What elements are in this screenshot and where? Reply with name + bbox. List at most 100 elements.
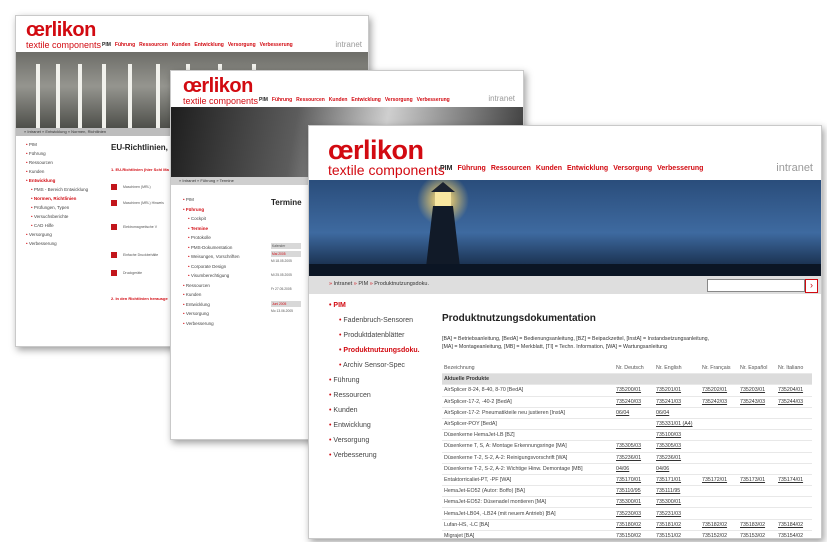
sidebar-item[interactable]: • Versorgung	[329, 437, 420, 452]
document-number-link[interactable]: 735110/95	[614, 485, 654, 498]
sidebar-subitem[interactable]: • Weisungen, Vorschriften	[183, 252, 240, 262]
document-number-link[interactable]: 735170/01	[614, 474, 654, 487]
list-item[interactable]: Maschinen (MRL)	[111, 184, 151, 190]
breadcrumb-pim[interactable]: PIM	[358, 281, 368, 287]
sidebar-subitem-active[interactable]: • Termine	[183, 224, 240, 234]
sidebar-item-active[interactable]: • PIM	[329, 302, 420, 317]
nav-fuehrung[interactable]: Führung	[457, 165, 485, 172]
sidebar-subitem[interactable]: • Fadenbruch-Sensoren	[329, 317, 420, 332]
document-number-link[interactable]: 735150/02	[614, 530, 654, 538]
sidebar-subitem[interactable]: • Versuchsberichte	[26, 212, 88, 221]
sidebar-subitem-active[interactable]: • Produktnutzungsdoku.	[329, 347, 420, 362]
sidebar-item[interactable]: • Entwicklung	[183, 300, 240, 310]
nav-kunden[interactable]: Kunden	[536, 165, 562, 172]
sidebar-subitem[interactable]: • Visumberechtigung	[183, 271, 240, 281]
nav-entwicklung[interactable]: Entwicklung	[194, 42, 223, 48]
document-number-link[interactable]: 735152/02	[700, 530, 738, 538]
document-number-link[interactable]: 735300/01	[614, 496, 654, 509]
list-item[interactable]: Elektromagnetische V	[111, 224, 157, 230]
nav-verbesserung[interactable]: Verbesserung	[657, 165, 703, 172]
nav-pim[interactable]: PIM	[259, 97, 268, 103]
document-number-link[interactable]: 735182/02	[700, 519, 738, 531]
nav-verbesserung[interactable]: Verbesserung	[260, 42, 293, 48]
document-number-link[interactable]: 735111/95	[654, 485, 700, 498]
nav-ressourcen[interactable]: Ressourcen	[139, 42, 168, 48]
calendar-date[interactable]: Mo 13.06.2005	[271, 309, 301, 313]
document-number-link[interactable]: 735331/01 (A4)	[654, 418, 700, 431]
sidebar-subitem[interactable]: • Corporate Design	[183, 262, 240, 272]
document-number-link[interactable]: 735154/02	[776, 530, 812, 538]
document-number-link[interactable]: 735230/03	[614, 507, 654, 520]
document-number-link[interactable]: 735100/03	[654, 429, 700, 442]
document-number-link[interactable]: 735173/01	[738, 474, 776, 487]
list-item[interactable]: Maschinen (MRL) Hinweis	[111, 200, 164, 206]
document-number-link[interactable]: 735305/03	[654, 440, 700, 453]
nav-entwicklung[interactable]: Entwicklung	[567, 165, 608, 172]
document-number-link[interactable]: 735244/03	[776, 396, 812, 408]
sidebar-subitem[interactable]: • Cockpit	[183, 214, 240, 224]
breadcrumb[interactable]: » Intranet » Führung » Termine	[179, 178, 234, 183]
search-input[interactable]	[707, 279, 805, 292]
nav-entwicklung[interactable]: Entwicklung	[351, 97, 380, 103]
document-number-link[interactable]: 735231/03	[654, 507, 700, 520]
sidebar-item[interactable]: • Ressourcen	[329, 392, 420, 407]
document-number-link[interactable]: 735204/01	[776, 384, 812, 397]
document-number-link[interactable]: 04/06	[654, 463, 700, 475]
sidebar-item[interactable]: • Verbesserung	[183, 319, 240, 329]
document-number-link[interactable]: 735200/01	[614, 384, 654, 397]
document-number-link[interactable]: 04/06	[614, 463, 654, 475]
document-number-link[interactable]: 735236/01	[654, 452, 700, 464]
sidebar-item[interactable]: • PIM	[26, 140, 88, 149]
logo[interactable]: œrlikon	[183, 76, 253, 96]
sidebar-item[interactable]: • Entwicklung	[329, 422, 420, 437]
nav-kunden[interactable]: Kunden	[329, 97, 348, 103]
sidebar-item[interactable]: • Kunden	[26, 167, 88, 176]
document-number-link[interactable]: 735242/03	[700, 396, 738, 408]
sidebar-subitem[interactable]: • CAD Hilfe	[26, 221, 88, 230]
sidebar-subitem[interactable]: • Prüfungen, Typen	[26, 203, 88, 212]
sidebar-item[interactable]: • PIM	[183, 195, 240, 205]
nav-fuehrung[interactable]: Führung	[115, 42, 135, 48]
sidebar-item-active[interactable]: • Führung	[183, 205, 240, 215]
nav-versorgung[interactable]: Versorgung	[228, 42, 256, 48]
document-number-link[interactable]: 735202/01	[700, 384, 738, 397]
document-number-link[interactable]: 735180/02	[614, 519, 654, 531]
breadcrumb-intranet[interactable]: Intranet	[334, 281, 353, 287]
list-item[interactable]: Druckgeräte	[111, 270, 142, 276]
logo[interactable]: œrlikon	[328, 136, 424, 163]
sidebar-item[interactable]: • Kunden	[183, 290, 240, 300]
calendar-date[interactable]: Fr 27.05.2005	[271, 287, 301, 291]
sidebar-subitem[interactable]: • PMS-Dokumentation	[183, 243, 240, 253]
document-number-link[interactable]: 735181/02	[654, 519, 700, 531]
sidebar-item[interactable]: • Versorgung	[26, 230, 88, 239]
nav-verbesserung[interactable]: Verbesserung	[417, 97, 450, 103]
document-number-link[interactable]: 735153/02	[738, 530, 776, 538]
document-number-link[interactable]: 735243/03	[738, 396, 776, 408]
document-number-link[interactable]: 735240/03	[614, 396, 654, 408]
sidebar-item[interactable]: • Führung	[329, 377, 420, 392]
document-number-link[interactable]: 06/04	[654, 407, 700, 419]
document-number-link[interactable]: 735241/03	[654, 396, 700, 408]
document-number-link[interactable]: 735201/01	[654, 384, 700, 397]
sidebar-item[interactable]: • Versorgung	[183, 309, 240, 319]
document-number-link[interactable]: 735203/01	[738, 384, 776, 397]
sidebar-item[interactable]: • Kunden	[329, 407, 420, 422]
sidebar-item[interactable]: • Ressourcen	[183, 281, 240, 291]
document-number-link[interactable]: 735236/01	[614, 452, 654, 464]
sidebar-item[interactable]: • Ressourcen	[26, 158, 88, 167]
logo[interactable]: œrlikon	[26, 20, 96, 40]
sidebar-item-active[interactable]: • Entwicklung	[26, 176, 88, 185]
document-number-link[interactable]: 06/04	[614, 407, 654, 419]
sidebar-item[interactable]: • Verbesserung	[26, 239, 88, 248]
nav-fuehrung[interactable]: Führung	[272, 97, 292, 103]
nav-ressourcen[interactable]: Ressourcen	[491, 165, 531, 172]
sidebar-subitem[interactable]: • Produktdatenblätter	[329, 332, 420, 347]
document-number-link[interactable]: 735183/02	[738, 519, 776, 531]
document-number-link[interactable]: 735172/01	[700, 474, 738, 487]
sidebar-subitem[interactable]: • Archiv Sensor-Spec	[329, 362, 420, 377]
calendar-date[interactable]: Mi 25.05.2005	[271, 273, 301, 277]
nav-ressourcen[interactable]: Ressourcen	[296, 97, 325, 103]
nav-pim[interactable]: PIM	[440, 165, 452, 172]
search-go-icon[interactable]: ›	[805, 279, 818, 293]
sidebar-subitem[interactable]: • Protokolle	[183, 233, 240, 243]
